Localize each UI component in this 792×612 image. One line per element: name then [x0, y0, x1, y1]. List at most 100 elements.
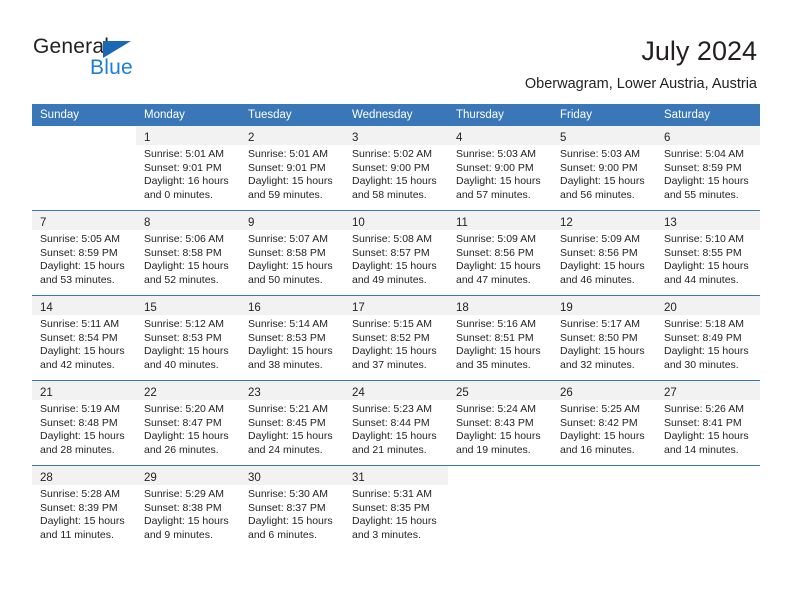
calendar-day-cell[interactable]: 26 Sunrise: 5:25 AM Sunset: 8:42 PM Dayligh… — [552, 380, 656, 466]
sunrise-text: Sunrise: 5:21 AM — [248, 403, 328, 415]
day-number: 4 — [456, 132, 463, 144]
calendar-day-cell[interactable]: 6 Sunrise: 5:04 AM Sunset: 8:59 PM Daylight… — [656, 126, 760, 211]
sunrise-text: Sunrise: 5:16 AM — [456, 318, 536, 330]
daylight-text-line1: Daylight: 15 hours — [248, 175, 333, 188]
calendar-day-cell[interactable]: 1 Sunrise: 5:01 AM Sunset: 9:01 PM Daylight… — [136, 126, 240, 211]
daylight-text-line1: Daylight: 15 hours — [40, 515, 125, 528]
day-number: 11 — [456, 217, 468, 229]
weekday-header-row: Sunday Monday Tuesday Wednesday Thursday… — [32, 104, 760, 126]
daylight-text-line2: and 44 minutes. — [664, 273, 739, 286]
sunset-text: Sunset: 9:00 PM — [560, 161, 638, 174]
calendar-day-cell[interactable] — [32, 126, 136, 211]
sunrise-text: Sunrise: 5:05 AM — [40, 233, 120, 245]
daylight-text-line1: Daylight: 15 hours — [144, 345, 229, 358]
general-blue-logo[interactable]: General Blue — [33, 36, 233, 86]
daylight-text-line1: Daylight: 15 hours — [352, 260, 437, 273]
calendar-day-cell[interactable]: 12 Sunrise: 5:09 AM Sunset: 8:56 PM Dayligh… — [552, 210, 656, 296]
daylight-text-line1: Daylight: 15 hours — [560, 175, 645, 188]
sunrise-text: Sunrise: 5:28 AM — [40, 488, 120, 500]
daylight-text-line2: and 28 minutes. — [40, 443, 115, 456]
sunset-text: Sunset: 8:51 PM — [456, 331, 534, 344]
sunrise-text: Sunrise: 5:31 AM — [352, 488, 432, 500]
sunset-text: Sunset: 8:49 PM — [664, 331, 742, 344]
calendar-day-cell[interactable]: 31 Sunrise: 5:31 AM Sunset: 8:35 PM Dayligh… — [344, 465, 448, 550]
weekday-header-sunday: Sunday — [32, 104, 136, 126]
day-number: 17 — [352, 302, 365, 314]
daylight-text-line1: Daylight: 16 hours — [144, 175, 229, 188]
sunrise-text: Sunrise: 5:17 AM — [560, 318, 640, 330]
weekday-header-saturday: Saturday — [656, 104, 760, 126]
calendar-day-cell[interactable] — [656, 465, 760, 550]
calendar-day-cell[interactable]: 8 Sunrise: 5:06 AM Sunset: 8:58 PM Daylight… — [136, 210, 240, 296]
calendar-day-cell[interactable]: 27 Sunrise: 5:26 AM Sunset: 8:41 PM Dayligh… — [656, 380, 760, 466]
daylight-text-line2: and 19 minutes. — [456, 443, 531, 456]
calendar-day-cell[interactable]: 16 Sunrise: 5:14 AM Sunset: 8:53 PM Dayligh… — [240, 295, 344, 381]
sunrise-text: Sunrise: 5:08 AM — [352, 233, 432, 245]
calendar-day-cell[interactable]: 11 Sunrise: 5:09 AM Sunset: 8:56 PM Dayligh… — [448, 210, 552, 296]
calendar-day-cell[interactable]: 22 Sunrise: 5:20 AM Sunset: 8:47 PM Dayligh… — [136, 380, 240, 466]
sunrise-text: Sunrise: 5:07 AM — [248, 233, 328, 245]
calendar-day-cell[interactable]: 14 Sunrise: 5:11 AM Sunset: 8:54 PM Dayligh… — [32, 295, 136, 381]
daylight-text-line1: Daylight: 15 hours — [664, 345, 749, 358]
calendar-day-cell[interactable]: 7 Sunrise: 5:05 AM Sunset: 8:59 PM Daylight… — [32, 210, 136, 296]
day-number: 28 — [40, 472, 53, 484]
calendar-day-cell[interactable]: 5 Sunrise: 5:03 AM Sunset: 9:00 PM Daylight… — [552, 126, 656, 211]
calendar-day-cell[interactable]: 18 Sunrise: 5:16 AM Sunset: 8:51 PM Dayligh… — [448, 295, 552, 381]
calendar-page: General Blue July 2024 Oberwagram, Lower… — [0, 0, 792, 612]
day-number: 2 — [248, 132, 255, 144]
sunset-text: Sunset: 8:35 PM — [352, 501, 430, 514]
daylight-text-line1: Daylight: 15 hours — [248, 260, 333, 273]
daylight-text-line2: and 53 minutes. — [40, 273, 115, 286]
calendar-day-cell[interactable]: 28 Sunrise: 5:28 AM Sunset: 8:39 PM Dayligh… — [32, 465, 136, 550]
calendar-day-cell[interactable]: 3 Sunrise: 5:02 AM Sunset: 9:00 PM Daylight… — [344, 126, 448, 211]
day-number: 8 — [144, 217, 151, 229]
calendar-day-cell[interactable]: 29 Sunrise: 5:29 AM Sunset: 8:38 PM Dayligh… — [136, 465, 240, 550]
daylight-text-line1: Daylight: 15 hours — [248, 430, 333, 443]
calendar-week-row: 1 Sunrise: 5:01 AM Sunset: 9:01 PM Daylight… — [32, 126, 760, 211]
daylight-text-line2: and 38 minutes. — [248, 358, 323, 371]
weekday-header-wednesday: Wednesday — [344, 104, 448, 126]
calendar-day-cell[interactable]: 25 Sunrise: 5:24 AM Sunset: 8:43 PM Dayligh… — [448, 380, 552, 466]
calendar-day-cell[interactable] — [448, 465, 552, 550]
day-number: 10 — [352, 217, 365, 229]
daylight-text-line2: and 0 minutes. — [144, 188, 213, 201]
sunset-text: Sunset: 8:52 PM — [352, 331, 430, 344]
calendar-day-cell[interactable]: 30 Sunrise: 5:30 AM Sunset: 8:37 PM Dayligh… — [240, 465, 344, 550]
day-number: 20 — [664, 302, 677, 314]
sunrise-sunset-calendar: Sunday Monday Tuesday Wednesday Thursday… — [32, 104, 760, 550]
calendar-day-cell[interactable]: 4 Sunrise: 5:03 AM Sunset: 9:00 PM Daylight… — [448, 126, 552, 211]
calendar-day-cell[interactable] — [552, 465, 656, 550]
daylight-text-line2: and 26 minutes. — [144, 443, 219, 456]
calendar-day-cell[interactable]: 13 Sunrise: 5:10 AM Sunset: 8:55 PM Dayligh… — [656, 210, 760, 296]
calendar-day-cell[interactable]: 24 Sunrise: 5:23 AM Sunset: 8:44 PM Dayligh… — [344, 380, 448, 466]
sunrise-text: Sunrise: 5:12 AM — [144, 318, 224, 330]
calendar-day-cell[interactable]: 10 Sunrise: 5:08 AM Sunset: 8:57 PM Dayligh… — [344, 210, 448, 296]
calendar-day-cell[interactable]: 23 Sunrise: 5:21 AM Sunset: 8:45 PM Dayligh… — [240, 380, 344, 466]
logo-text-blue: Blue — [90, 56, 133, 79]
daylight-text-line1: Daylight: 15 hours — [144, 260, 229, 273]
day-number: 14 — [40, 302, 53, 314]
daylight-text-line1: Daylight: 15 hours — [664, 175, 749, 188]
calendar-day-cell[interactable]: 19 Sunrise: 5:17 AM Sunset: 8:50 PM Dayligh… — [552, 295, 656, 381]
calendar-day-cell[interactable]: 17 Sunrise: 5:15 AM Sunset: 8:52 PM Dayligh… — [344, 295, 448, 381]
day-number: 29 — [144, 472, 157, 484]
daylight-text-line1: Daylight: 15 hours — [352, 430, 437, 443]
sunset-text: Sunset: 8:39 PM — [40, 501, 118, 514]
daylight-text-line2: and 3 minutes. — [352, 528, 421, 541]
day-number: 6 — [664, 132, 671, 144]
calendar-day-cell[interactable]: 15 Sunrise: 5:12 AM Sunset: 8:53 PM Dayligh… — [136, 295, 240, 381]
calendar-day-cell[interactable]: 9 Sunrise: 5:07 AM Sunset: 8:58 PM Daylight… — [240, 210, 344, 296]
calendar-day-cell[interactable]: 2 Sunrise: 5:01 AM Sunset: 9:01 PM Daylight… — [240, 126, 344, 211]
calendar-week-row: 28 Sunrise: 5:28 AM Sunset: 8:39 PM Dayligh… — [32, 465, 760, 550]
day-number: 3 — [352, 132, 359, 144]
daylight-text-line2: and 30 minutes. — [664, 358, 739, 371]
sunset-text: Sunset: 8:44 PM — [352, 416, 430, 429]
daylight-text-line1: Daylight: 15 hours — [144, 430, 229, 443]
day-number: 16 — [248, 302, 261, 314]
daylight-text-line1: Daylight: 15 hours — [144, 515, 229, 528]
calendar-day-cell[interactable]: 20 Sunrise: 5:18 AM Sunset: 8:49 PM Dayligh… — [656, 295, 760, 381]
day-number: 5 — [560, 132, 567, 144]
day-number: 31 — [352, 472, 365, 484]
sunrise-text: Sunrise: 5:01 AM — [144, 148, 224, 160]
calendar-day-cell[interactable]: 21 Sunrise: 5:19 AM Sunset: 8:48 PM Dayligh… — [32, 380, 136, 466]
